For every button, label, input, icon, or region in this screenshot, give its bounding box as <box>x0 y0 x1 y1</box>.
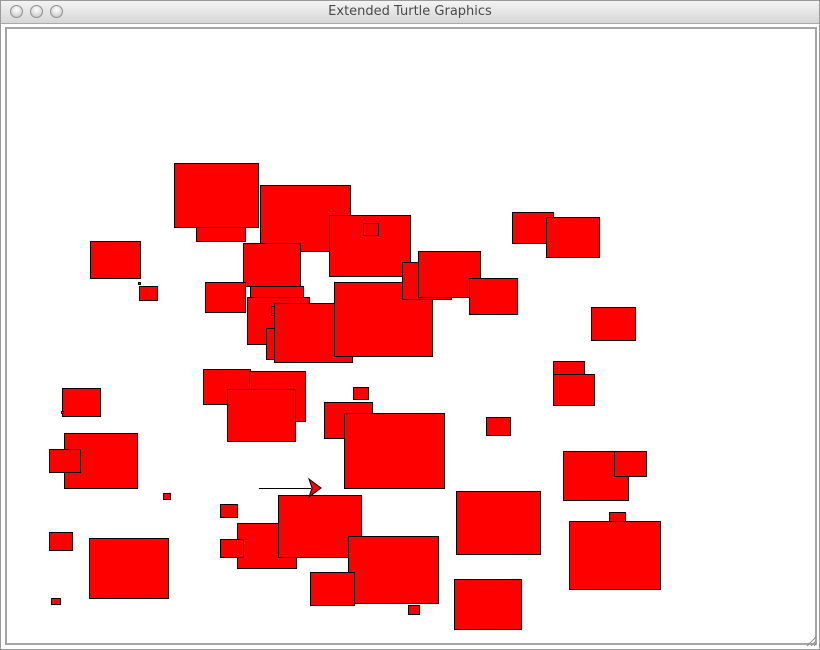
red-square-8 <box>139 286 158 301</box>
resize-grip-icon[interactable] <box>805 635 817 647</box>
red-square-51 <box>408 605 420 615</box>
red-square-52 <box>454 579 522 630</box>
turtle-drawing <box>49 163 661 630</box>
red-square-36 <box>163 493 171 500</box>
red-square-42 <box>220 504 238 518</box>
red-square-2 <box>196 227 246 242</box>
red-square-50 <box>51 598 61 605</box>
red-square-1 <box>174 163 259 228</box>
red-square-30 <box>353 387 369 400</box>
red-square-5 <box>363 223 379 236</box>
red-square-26 <box>61 411 64 414</box>
red-square-10 <box>205 282 246 313</box>
red-square-7 <box>243 243 301 287</box>
red-square-47 <box>89 538 169 599</box>
red-square-48 <box>348 536 439 604</box>
red-square-44 <box>220 539 244 558</box>
red-square-49 <box>310 572 355 606</box>
red-square-41 <box>569 521 661 590</box>
red-square-21 <box>546 217 600 258</box>
red-square-22 <box>591 307 636 341</box>
red-square-39 <box>456 491 541 555</box>
red-square-29 <box>227 389 296 442</box>
red-square-33 <box>486 417 511 436</box>
drawing-canvas[interactable] <box>5 27 817 645</box>
red-square-46 <box>49 532 73 551</box>
red-square-32 <box>344 413 445 489</box>
red-square-38 <box>614 451 647 477</box>
red-square-9 <box>138 282 141 285</box>
title-bar[interactable]: Extended Turtle Graphics <box>1 1 819 24</box>
red-square-19 <box>469 278 518 315</box>
red-square-24 <box>553 374 595 406</box>
window-title: Extended Turtle Graphics <box>328 4 492 19</box>
red-square-6 <box>90 241 141 279</box>
app-window: Extended Turtle Graphics <box>0 0 820 650</box>
red-square-25 <box>62 388 101 417</box>
red-square-35 <box>49 449 81 473</box>
